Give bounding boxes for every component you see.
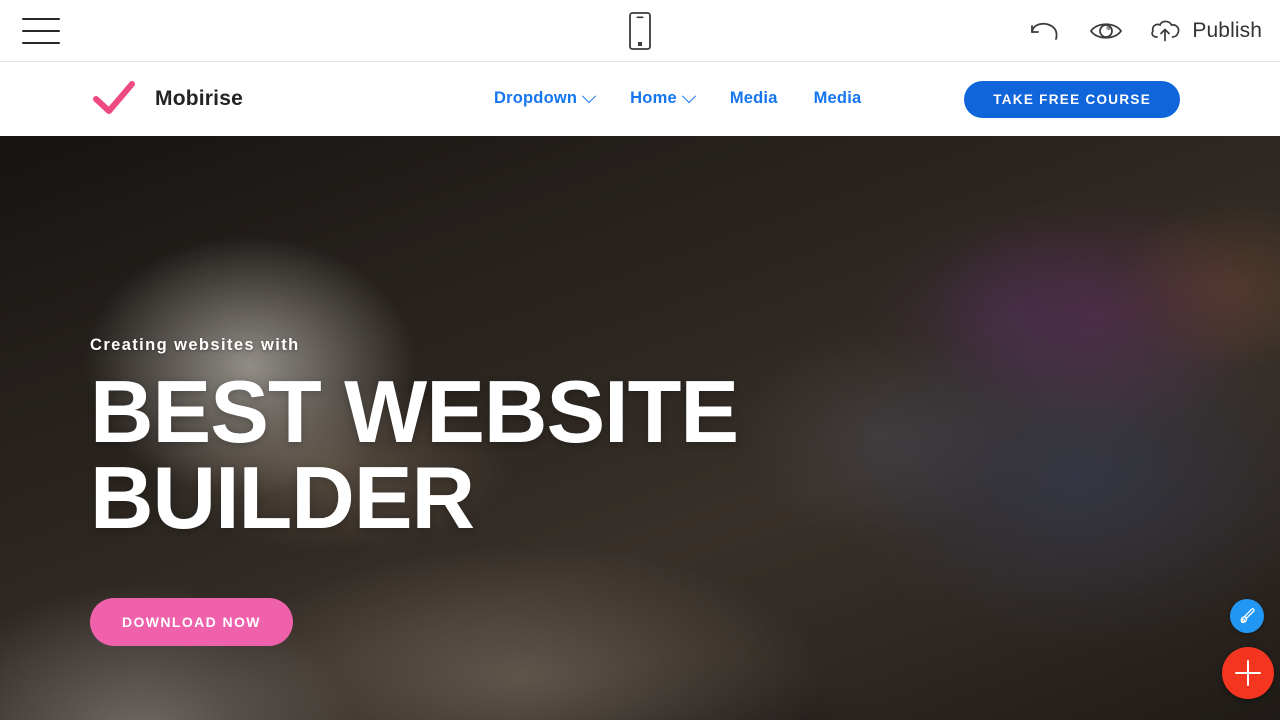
hamburger-line: [22, 30, 60, 32]
hero-kicker: Creating websites with: [90, 336, 300, 354]
eye-preview-icon[interactable]: [1086, 11, 1126, 51]
hamburger-line: [22, 18, 60, 20]
hero-section: Creating websites with BEST WEBSITE BUIL…: [0, 136, 1280, 720]
hamburger-line: [22, 42, 60, 44]
mobile-device-glyph: [629, 12, 651, 50]
eye-preview-glyph: [1090, 23, 1123, 39]
hamburger-menu-icon[interactable]: [22, 18, 60, 44]
undo-arrow-glyph: [1031, 22, 1058, 40]
take-free-course-button[interactable]: TAKE FREE COURSE: [964, 81, 1180, 118]
nav-item-label: Dropdown: [494, 89, 578, 107]
brand-logo[interactable]: Mobirise: [93, 80, 243, 118]
nav-item-label: Home: [630, 89, 677, 107]
mobile-device-icon[interactable]: [626, 11, 654, 51]
download-now-button[interactable]: DOWNLOAD NOW: [90, 598, 293, 647]
hero-title-line-1: BEST WEBSITE: [90, 362, 739, 461]
nav-item-media-2[interactable]: Media: [814, 89, 862, 108]
hero-title: BEST WEBSITE BUILDER: [90, 362, 850, 548]
builder-toolbar: Publish: [0, 0, 1280, 62]
nav-item-label: Media: [729, 89, 778, 107]
checkmark-logo-icon: [93, 81, 135, 114]
mobirise-builder-window: Publish Mobirise Dropdown Home Media Med…: [0, 0, 1280, 720]
undo-arrow-icon[interactable]: [1024, 11, 1064, 51]
chevron-down-icon: [582, 88, 597, 103]
add-block-fab[interactable]: [1222, 647, 1274, 699]
site-header: Mobirise Dropdown Home Media Media TAKE …: [0, 62, 1280, 136]
site-navigation: Dropdown Home Media Media: [494, 88, 862, 108]
nav-item-dropdown[interactable]: Dropdown: [494, 88, 597, 108]
brand-name: Mobirise: [155, 87, 243, 110]
hero-title-line-2: BUILDER: [90, 448, 475, 548]
publish-button[interactable]: Publish: [1148, 17, 1262, 45]
chevron-down-icon: [681, 88, 696, 103]
plus-icon-vertical: [1247, 660, 1249, 686]
paint-brush-icon: [1240, 608, 1255, 624]
nav-item-home[interactable]: Home: [630, 88, 696, 108]
nav-item-label: Media: [813, 89, 862, 107]
nav-item-media-1[interactable]: Media: [730, 89, 778, 108]
publish-label: Publish: [1192, 19, 1262, 42]
cloud-upload-icon: [1151, 20, 1180, 42]
style-editor-fab[interactable]: [1230, 599, 1264, 633]
toolbar-actions: Publish: [1024, 0, 1262, 62]
hero-content: Creating websites with BEST WEBSITE BUIL…: [90, 336, 850, 647]
